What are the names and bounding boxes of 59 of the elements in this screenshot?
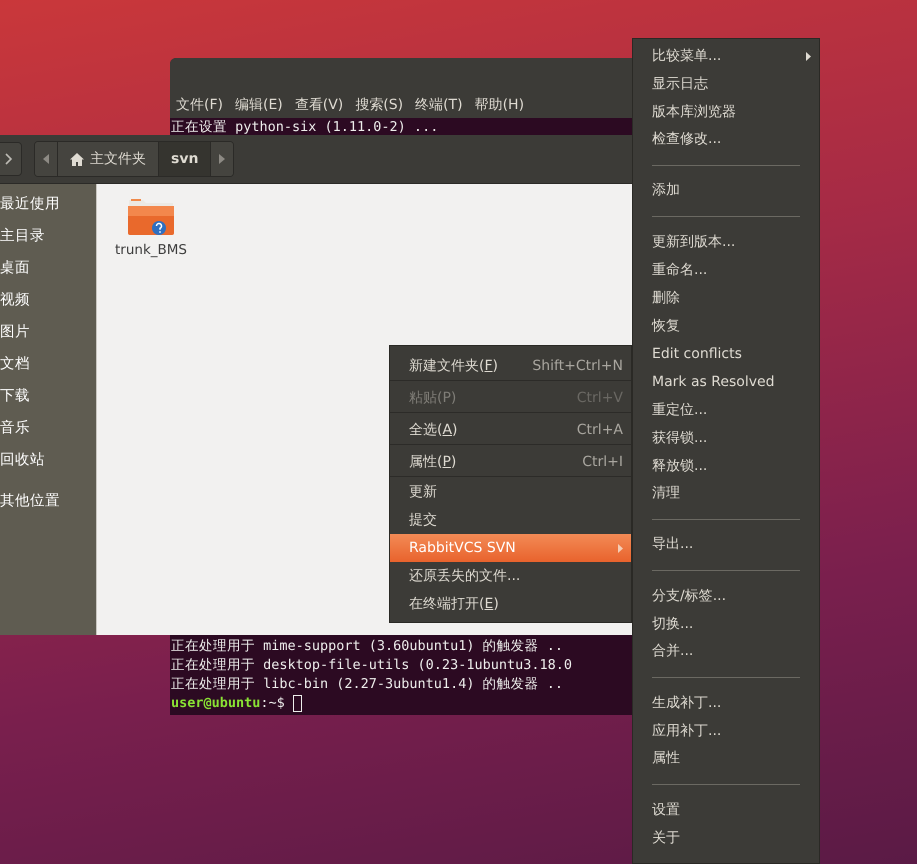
sidebar-item[interactable]: 其他位置 — [0, 488, 96, 520]
menu-item[interactable]: 版本库浏览器 — [633, 98, 819, 126]
menu-item[interactable]: 属性(P) Ctrl+I — [390, 446, 631, 477]
sidebar-item[interactable]: 图片 — [0, 319, 96, 351]
menu-item[interactable]: 搜索(S) — [355, 95, 404, 115]
menu-item[interactable]: 查看(V) — [294, 95, 344, 115]
file-name: trunk_BMS — [114, 242, 187, 258]
terminal-line: 正在处理用于 mime-support (3.60ubuntu1) 的触发器 .. — [171, 637, 564, 656]
forward-button[interactable] — [0, 142, 22, 176]
triangle-right-icon — [219, 154, 226, 164]
menu-item[interactable]: 关于 — [633, 824, 819, 852]
sidebar-item[interactable]: 视频 — [0, 287, 96, 319]
menu-item[interactable]: 新建文件夹(F) Shift+Ctrl+N — [390, 350, 631, 381]
sidebar-item[interactable]: 文档 — [0, 351, 96, 383]
triangle-left-icon — [43, 154, 49, 164]
folder-icon — [127, 196, 175, 236]
prompt-path: :~$ — [260, 694, 285, 713]
menu-item[interactable]: 分支/标签... — [633, 582, 819, 610]
menu-item[interactable]: 重定位... — [633, 396, 819, 424]
menu-item[interactable]: 切换... — [633, 610, 819, 638]
menu-item[interactable]: 比较菜单... — [633, 42, 819, 70]
prompt-user: user@ubuntu — [171, 694, 260, 713]
menu-item[interactable]: 显示日志 — [633, 70, 819, 98]
menu-item[interactable]: 更新到版本... — [633, 228, 819, 256]
menu-item[interactable]: 文件(F) — [176, 95, 223, 115]
menu-item[interactable]: 提交 — [390, 506, 631, 534]
sidebar-item[interactable]: 桌面 — [0, 255, 96, 287]
terminal-line: 正在设置 python-six (1.11.0-2) ... — [171, 118, 440, 137]
sidebar-item[interactable]: 音乐 — [0, 415, 96, 447]
menu-item[interactable]: 全选(A) Ctrl+A — [390, 414, 631, 445]
path-button[interactable]: svn — [159, 142, 212, 176]
sidebar-item[interactable]: 主目录 — [0, 223, 96, 255]
menu-item[interactable]: Mark as Resolved — [633, 368, 819, 396]
terminal-line: 正在处理用于 desktop-file-utils (0.23-1ubuntu3.18.0 — [171, 656, 573, 675]
submenu-arrow-icon — [618, 544, 623, 552]
terminal-line: 正在处理用于 libc-bin (2.27-3ubuntu1.4) 的触发器 .. — [171, 675, 564, 694]
menu-item[interactable]: 设置 — [633, 796, 819, 824]
menu-item[interactable]: 在终端打开(E) — [390, 590, 631, 618]
menu-item[interactable]: 应用补丁... — [633, 717, 819, 745]
sidebar-item[interactable]: 最近使用 — [0, 191, 96, 223]
text-cursor — [292, 695, 302, 712]
menu-item[interactable]: 重命名... — [633, 256, 819, 284]
menu-item[interactable]: 释放锁... — [633, 452, 819, 480]
menu-item[interactable]: 编辑(E) — [234, 95, 283, 115]
menu-item[interactable]: 帮助(H) — [474, 95, 524, 115]
submenu-arrow-icon — [806, 52, 811, 60]
menu-item[interactable]: Edit conflicts — [633, 340, 819, 368]
menu-item[interactable]: 删除 — [633, 284, 819, 312]
menu-item[interactable]: 生成补丁... — [633, 689, 819, 717]
menu-item[interactable]: 更新 — [390, 478, 631, 506]
menu-item[interactable]: 恢复 — [633, 312, 819, 340]
menu-item[interactable]: 终端(T) — [415, 95, 463, 115]
menu-item[interactable]: 获得锁... — [633, 424, 819, 452]
sidebar-item[interactable]: 下载 — [0, 383, 96, 415]
chevron-right-icon — [5, 153, 13, 165]
scroll-left-button[interactable] — [35, 142, 58, 176]
home-icon — [70, 152, 84, 166]
menu-item[interactable]: 还原丢失的文件... — [390, 562, 631, 590]
sidebar-item[interactable]: 回收站 — [0, 447, 96, 479]
